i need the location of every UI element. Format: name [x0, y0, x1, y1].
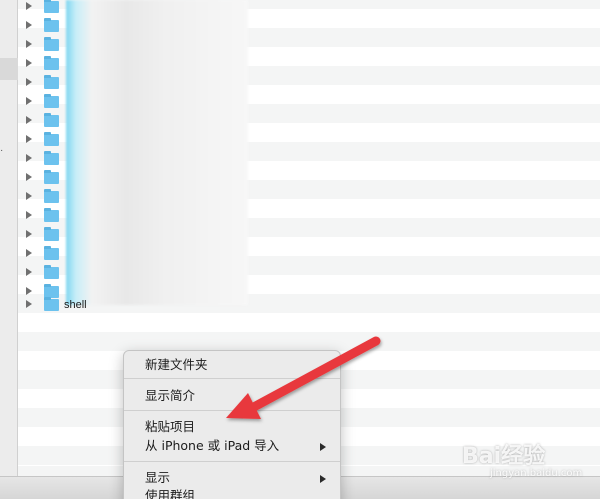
- menu-item-import-from-iphone-ipad[interactable]: 从 iPhone 或 iPad 导入: [124, 436, 340, 456]
- disclosure-triangle-icon[interactable]: [26, 78, 32, 86]
- folder-icon: [44, 113, 59, 127]
- folder-icon: [44, 132, 59, 146]
- watermark-logo-text: Bai经验: [462, 444, 546, 469]
- disclosure-triangle-icon[interactable]: [26, 2, 32, 10]
- watermark-domain: jingyan.baidu.com: [490, 468, 583, 479]
- disclosure-triangle-icon[interactable]: [26, 173, 32, 181]
- submenu-arrow-icon: [320, 475, 326, 483]
- folder-icon: [44, 246, 59, 260]
- folder-icon: [44, 208, 59, 222]
- disclosure-triangle-icon[interactable]: [26, 40, 32, 48]
- list-item-shell[interactable]: shell: [18, 296, 600, 315]
- menu-item-label: 显示: [145, 470, 171, 485]
- folder-icon: [44, 18, 59, 32]
- menu-separator: [124, 378, 340, 379]
- menu-item-label: 显示简介: [145, 388, 196, 403]
- redacted-file-names: [66, 0, 248, 305]
- menu-item-use-groups[interactable]: 使用群组: [124, 486, 340, 499]
- disclosure-triangle-icon[interactable]: [26, 300, 32, 308]
- disclosure-triangle-icon[interactable]: [26, 116, 32, 124]
- finder-sidebar: ·: [0, 0, 18, 476]
- folder-icon: [44, 94, 59, 108]
- disclosure-triangle-icon[interactable]: [26, 97, 32, 105]
- menu-separator: [124, 410, 340, 411]
- disclosure-triangle-icon[interactable]: [26, 268, 32, 276]
- menu-item-new-folder[interactable]: 新建文件夹: [124, 355, 340, 375]
- folder-icon: [44, 151, 59, 165]
- folder-icon: [44, 189, 59, 203]
- folder-icon: [44, 75, 59, 89]
- disclosure-triangle-icon[interactable]: [26, 59, 32, 67]
- disclosure-triangle-icon[interactable]: [26, 21, 32, 29]
- menu-item-show[interactable]: 显示: [124, 468, 340, 488]
- menu-separator: [124, 461, 340, 462]
- disclosure-triangle-icon[interactable]: [26, 211, 32, 219]
- menu-item-paste-item[interactable]: 粘贴项目: [124, 417, 340, 437]
- disclosure-triangle-icon[interactable]: [26, 192, 32, 200]
- folder-icon: [44, 265, 59, 279]
- sidebar-partial-glyph: ·: [0, 145, 4, 156]
- disclosure-triangle-icon[interactable]: [26, 154, 32, 162]
- menu-item-label: 新建文件夹: [145, 357, 208, 372]
- menu-item-get-info[interactable]: 显示简介: [124, 386, 340, 406]
- disclosure-triangle-icon[interactable]: [26, 230, 32, 238]
- folder-icon: [44, 0, 59, 13]
- folder-icon: [44, 227, 59, 241]
- menu-item-label: 粘贴项目: [145, 419, 196, 434]
- folder-icon: [44, 297, 59, 311]
- context-menu: 新建文件夹 显示简介 粘贴项目 从 iPhone 或 iPad 导入 显示 使用…: [123, 350, 341, 499]
- folder-icon: [44, 37, 59, 51]
- folder-name: shell: [64, 299, 87, 311]
- menu-item-label: 从 iPhone 或 iPad 导入: [145, 438, 280, 453]
- disclosure-triangle-icon[interactable]: [26, 135, 32, 143]
- folder-icon: [44, 56, 59, 70]
- sidebar-selected-item[interactable]: [0, 58, 18, 80]
- disclosure-triangle-icon[interactable]: [26, 287, 32, 295]
- folder-icon: [44, 170, 59, 184]
- baidu-jingyan-watermark: Bai经验 jingyan.baidu.com: [462, 438, 592, 488]
- submenu-arrow-icon: [320, 443, 326, 451]
- disclosure-triangle-icon[interactable]: [26, 249, 32, 257]
- menu-item-label: 使用群组: [145, 488, 196, 499]
